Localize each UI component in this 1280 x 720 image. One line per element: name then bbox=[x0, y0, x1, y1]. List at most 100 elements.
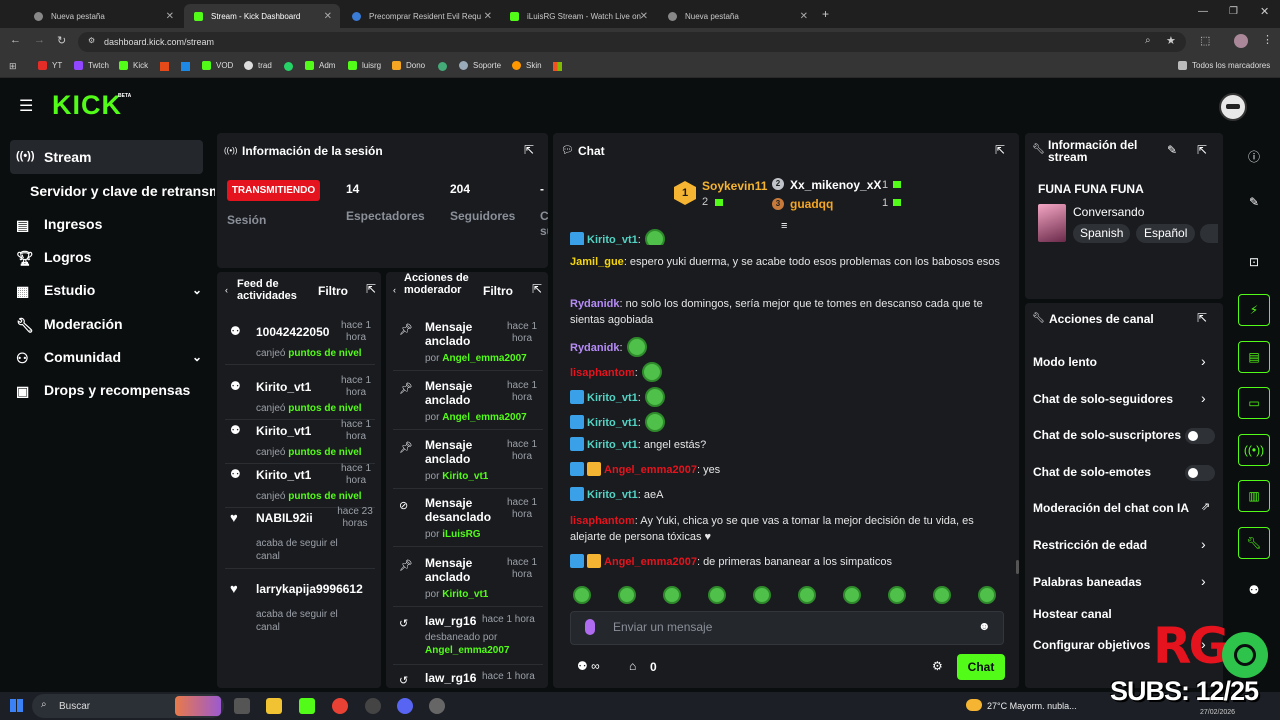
chat-icon[interactable]: ▭ bbox=[1238, 387, 1270, 419]
toggle-switch[interactable] bbox=[1185, 465, 1215, 481]
chevron-right-icon[interactable]: › bbox=[1201, 390, 1206, 406]
profile-avatar[interactable] bbox=[1234, 34, 1248, 48]
popout-icon[interactable]: ⇱ bbox=[1197, 311, 1207, 325]
kick-icon[interactable] bbox=[299, 698, 315, 714]
all-bookmarks[interactable]: Todos los marcadores bbox=[1178, 61, 1270, 70]
task-view-icon[interactable] bbox=[234, 698, 250, 714]
toggle-switch[interactable] bbox=[1185, 428, 1215, 444]
feed-filter-button[interactable]: Filtro bbox=[318, 284, 348, 298]
emoji-icon[interactable]: ☻ bbox=[978, 619, 991, 633]
more-icon[interactable]: ⋮ bbox=[1262, 33, 1273, 46]
leader-name[interactable]: Soykevin11 bbox=[702, 179, 767, 193]
address-bar[interactable]: dashboard.kick.com/stream bbox=[78, 32, 1186, 52]
bookmark-icon[interactable] bbox=[160, 62, 169, 71]
edit-icon[interactable]: ✎ bbox=[1238, 186, 1270, 218]
mod-actor-name[interactable]: Angel_emma2007 bbox=[442, 412, 527, 423]
chat-username[interactable]: Rydanidk bbox=[570, 298, 620, 310]
chat-username[interactable]: lisaphantom bbox=[570, 367, 635, 379]
popout-icon[interactable]: ⇱ bbox=[366, 282, 376, 296]
close-window-icon[interactable]: ✕ bbox=[1260, 5, 1269, 18]
emote-bar[interactable] bbox=[573, 586, 1013, 609]
minimize-icon[interactable]: — bbox=[1198, 6, 1208, 17]
send-chat-button[interactable]: Chat bbox=[957, 654, 1005, 680]
popout-icon[interactable]: ⇱ bbox=[995, 143, 1005, 157]
chat-input-placeholder[interactable]: Enviar un mensaje bbox=[613, 620, 712, 634]
bookmark[interactable]: YT bbox=[38, 61, 62, 70]
channel-action-item[interactable]: Palabras baneadas bbox=[1033, 575, 1142, 589]
chat-username[interactable]: Kirito_vt1 bbox=[587, 417, 638, 429]
community-icon[interactable]: ⚉ bbox=[1238, 574, 1270, 606]
browser-tab[interactable]: iLuisRG Stream - Watch Live on ✕ bbox=[500, 4, 656, 28]
mod-actor-name[interactable]: Angel_emma2007 bbox=[425, 645, 510, 656]
taskbar-date[interactable]: 27/02/2026 bbox=[1200, 709, 1235, 716]
forward-icon[interactable]: → bbox=[34, 34, 45, 46]
weather-text[interactable]: 27°C Mayorm. nubla... bbox=[987, 701, 1083, 711]
feed-username[interactable]: larrykapija9996612 bbox=[256, 582, 368, 596]
reload-icon[interactable]: ↻ bbox=[57, 34, 66, 47]
feed-username[interactable]: NABIL92ii bbox=[256, 511, 336, 525]
close-tab-icon[interactable]: ✕ bbox=[800, 11, 808, 22]
zoom-icon[interactable]: ⌕ bbox=[1145, 35, 1151, 46]
bookmark[interactable]: luisrg bbox=[348, 61, 381, 70]
feed-username[interactable]: 10042422050 bbox=[256, 325, 336, 339]
points-icon[interactable]: ⚉ ∞ bbox=[577, 659, 600, 673]
channel-action-item[interactable]: Modo lento bbox=[1033, 355, 1097, 369]
mod-actor-name[interactable]: Kirito_vt1 bbox=[442, 589, 488, 600]
external-link-icon[interactable]: ⇗ bbox=[1201, 500, 1210, 513]
bookmark[interactable]: Skin bbox=[512, 61, 542, 70]
feed-username[interactable]: Kirito_vt1 bbox=[256, 424, 336, 438]
sidebar-item-income[interactable]: ▤ Ingresos bbox=[16, 209, 102, 239]
close-tab-icon[interactable]: ✕ bbox=[166, 11, 174, 22]
chat-username[interactable]: Kirito_vt1 bbox=[587, 234, 638, 245]
close-tab-icon[interactable]: ✕ bbox=[484, 11, 492, 22]
close-tab-icon[interactable]: ✕ bbox=[324, 11, 332, 22]
chat-username[interactable]: Angel_emma2007 bbox=[604, 464, 697, 476]
edit-icon[interactable]: ✎ bbox=[1167, 143, 1177, 157]
popout-icon[interactable]: ⇱ bbox=[524, 143, 534, 157]
info-icon[interactable]: ⓘ bbox=[1238, 140, 1270, 172]
discord-icon[interactable] bbox=[397, 698, 413, 714]
site-info-icon[interactable]: ⚙ bbox=[88, 36, 95, 45]
popout-icon[interactable]: ⇱ bbox=[1197, 143, 1207, 157]
category-thumbnail[interactable] bbox=[1038, 204, 1066, 242]
file-explorer-icon[interactable] bbox=[266, 698, 282, 714]
channel-action-item[interactable]: Configurar objetivos bbox=[1033, 638, 1150, 652]
channel-action-item[interactable]: Restricción de edad bbox=[1033, 538, 1147, 552]
chat-username[interactable]: Jamil_gue bbox=[570, 256, 624, 268]
chevron-right-icon[interactable]: › bbox=[1201, 353, 1206, 369]
tag-chip-overflow[interactable] bbox=[1200, 224, 1218, 243]
sidebar-item-achievements[interactable]: 🏆︎ Logros bbox=[16, 242, 91, 272]
apps-grid-icon[interactable]: ⊞ bbox=[9, 61, 17, 72]
microphone-icon[interactable] bbox=[585, 619, 595, 635]
channel-action-item[interactable]: Moderación del chat con IA bbox=[1033, 501, 1189, 515]
menu-icon[interactable]: ☰ bbox=[19, 96, 33, 116]
browser-tab[interactable]: Nueva pestaña ✕ bbox=[658, 4, 816, 28]
support-icon[interactable] bbox=[1222, 632, 1268, 678]
chat-username[interactable]: Angel_emma2007 bbox=[604, 556, 697, 568]
bookmark[interactable]: Kick bbox=[119, 61, 148, 70]
extensions-icon[interactable]: ⬚ bbox=[1200, 34, 1210, 47]
bookmark[interactable]: VOD bbox=[202, 61, 233, 70]
kick-logo[interactable]: KICK bbox=[52, 90, 122, 121]
mod-actor-name[interactable]: Kirito_vt1 bbox=[442, 471, 488, 482]
chevron-left-icon[interactable]: ‹ bbox=[393, 285, 396, 295]
emote[interactable] bbox=[933, 586, 951, 604]
leader-name[interactable]: Xx_mikenoy_xX bbox=[790, 178, 881, 192]
close-tab-icon[interactable]: ✕ bbox=[640, 11, 648, 22]
chat-scrollbar[interactable] bbox=[1016, 560, 1019, 574]
emote[interactable] bbox=[663, 586, 681, 604]
bookmark[interactable]: Soporte bbox=[459, 61, 501, 70]
emote[interactable] bbox=[978, 586, 996, 604]
back-icon[interactable]: ← bbox=[10, 34, 21, 46]
bookmark[interactable]: trad bbox=[244, 61, 272, 70]
channel-action-item[interactable]: Chat de solo-emotes bbox=[1033, 465, 1151, 479]
browser-tab[interactable]: Nueva pestaña ✕ bbox=[24, 4, 182, 28]
chat-username[interactable]: Kirito_vt1 bbox=[587, 439, 638, 451]
chat-username[interactable]: Kirito_vt1 bbox=[587, 392, 638, 404]
new-tab-icon[interactable]: + bbox=[822, 7, 829, 21]
bookmark[interactable]: Twtch bbox=[74, 61, 109, 70]
microsoft-icon[interactable] bbox=[553, 62, 562, 71]
popout-icon[interactable]: ⇱ bbox=[532, 282, 542, 296]
maximize-icon[interactable]: ❐ bbox=[1229, 6, 1238, 17]
chat-username[interactable]: Rydanidk bbox=[570, 342, 620, 354]
